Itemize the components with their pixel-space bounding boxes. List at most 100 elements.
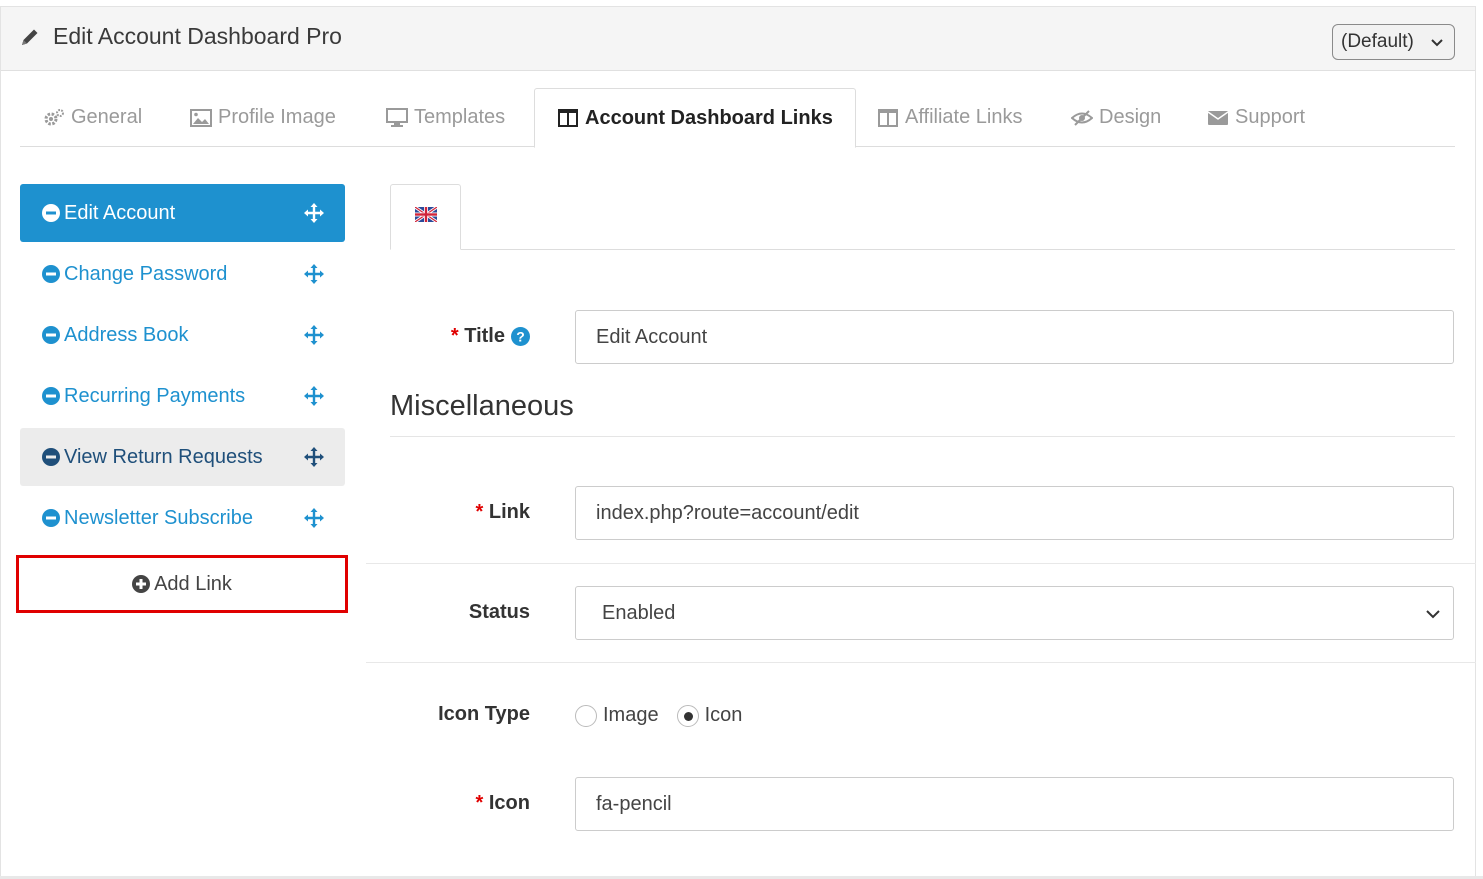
minus-circle-icon[interactable]	[42, 204, 60, 222]
tab-profile-image[interactable]: Profile Image	[190, 88, 336, 147]
move-icon[interactable]	[303, 263, 325, 285]
links-sidebar: Edit Account Change Password Address Boo…	[20, 184, 345, 550]
icon-label-text: Icon	[488, 792, 530, 814]
sidebar-item-label: View Return Requests	[64, 445, 263, 468]
tab-support[interactable]: Support	[1207, 88, 1305, 147]
page-title: Edit Account Dashboard Pro	[19, 23, 342, 50]
minus-circle-icon[interactable]	[42, 326, 60, 344]
title-input-value: Edit Account	[596, 325, 708, 348]
radio-label: Image	[603, 704, 659, 726]
tab-label: General	[71, 106, 143, 128]
divider	[366, 662, 1476, 663]
icon-type-label: Icon Type	[438, 703, 530, 726]
svg-text:?: ?	[516, 329, 525, 345]
divider	[366, 563, 1476, 564]
pencil-icon	[19, 26, 41, 48]
move-icon[interactable]	[303, 507, 325, 529]
language-tab-en[interactable]	[390, 184, 461, 250]
question-circle-icon[interactable]: ?	[511, 327, 530, 346]
cogs-icon	[43, 108, 65, 128]
icon-type-row: Icon Type Image Icon	[366, 700, 1476, 736]
page-title-text: Edit Account Dashboard Pro	[53, 23, 342, 49]
tab-account-dashboard-links[interactable]: Account Dashboard Links	[534, 88, 856, 148]
minus-circle-icon[interactable]	[42, 509, 60, 527]
move-icon[interactable]	[303, 202, 325, 224]
tab-affiliate-links[interactable]: Affiliate Links	[877, 88, 1022, 147]
image-icon	[190, 108, 212, 128]
sidebar-item-label: Address Book	[64, 323, 189, 346]
move-icon[interactable]	[303, 446, 325, 468]
sidebar-item-label: Edit Account	[64, 201, 176, 224]
icon-label: * Icon	[476, 792, 530, 815]
status-label: Status	[469, 601, 530, 624]
chevron-down-icon	[1425, 606, 1441, 622]
sidebar-item-label: Recurring Payments	[64, 384, 246, 407]
sidebar-item-label: Newsletter Subscribe	[64, 506, 253, 529]
tab-label: Templates	[414, 106, 506, 128]
minus-circle-icon[interactable]	[42, 448, 60, 466]
icon-type-label-text: Icon Type	[438, 703, 530, 725]
tab-general[interactable]: General	[43, 88, 142, 147]
radio-label: Icon	[704, 704, 743, 726]
required-mark: *	[450, 325, 459, 347]
link-row: * Link index.php?route=account/edit	[366, 486, 1476, 540]
sidebar-item-newsletter-subscribe[interactable]: Newsletter Subscribe	[20, 489, 345, 547]
icon-input-value: fa-pencil	[596, 792, 672, 815]
sidebar-item-address-book[interactable]: Address Book	[20, 306, 345, 364]
title-label: * Title ?	[451, 325, 530, 348]
status-row: Status Enabled	[366, 586, 1476, 640]
minus-circle-icon[interactable]	[42, 387, 60, 405]
uk-flag-icon	[413, 205, 438, 227]
panel-heading: Edit Account Dashboard Pro (Default)	[1, 7, 1475, 71]
link-label: * Link	[476, 501, 530, 524]
add-link-label: Add Link	[154, 572, 232, 595]
link-label-text: Link	[488, 501, 530, 523]
radio-button[interactable]	[676, 704, 699, 727]
sidebar-item-edit-account[interactable]: Edit Account	[20, 184, 345, 242]
sidebar-item-label: Change Password	[64, 262, 228, 285]
link-input-value: index.php?route=account/edit	[596, 501, 859, 524]
language-tabs	[390, 184, 1455, 250]
tab-design[interactable]: Design	[1071, 88, 1161, 147]
link-input[interactable]: index.php?route=account/edit	[575, 486, 1454, 540]
tab-label: Affiliate Links	[905, 106, 1023, 128]
desktop-icon	[386, 107, 408, 128]
title-row: * Title ? Edit Account	[366, 310, 1476, 364]
minus-circle-icon[interactable]	[42, 265, 60, 283]
icon-type-radio-group: Image Icon	[575, 704, 742, 727]
icon-row: * Icon fa-pencil	[366, 777, 1476, 831]
tab-label: Account Dashboard Links	[585, 106, 833, 129]
tab-label: Support	[1235, 106, 1306, 128]
columns-icon	[877, 108, 899, 128]
tab-label: Design	[1099, 106, 1162, 128]
status-label-text: Status	[468, 601, 530, 623]
icon-type-option-image[interactable]: Image	[575, 704, 659, 727]
sidebar-item-change-password[interactable]: Change Password	[20, 245, 345, 303]
add-link-button[interactable]: Add Link	[16, 555, 348, 613]
tab-label: Profile Image	[218, 106, 336, 128]
required-mark: *	[475, 792, 484, 814]
title-input[interactable]: Edit Account	[575, 310, 1454, 364]
radio-button[interactable]	[575, 704, 597, 727]
misc-legend-text: Miscellaneous	[390, 390, 574, 422]
icon-type-option-icon[interactable]: Icon	[676, 704, 743, 727]
title-label-text: Title	[464, 325, 505, 347]
chevron-down-icon	[1430, 35, 1444, 49]
required-mark: *	[475, 501, 484, 523]
columns-icon	[557, 108, 579, 128]
sidebar-item-recurring-payments[interactable]: Recurring Payments	[20, 367, 345, 425]
store-select-value: (Default)	[1341, 31, 1414, 52]
status-select[interactable]: Enabled	[575, 586, 1454, 640]
eye-slash-icon	[1071, 108, 1093, 128]
tab-templates[interactable]: Templates	[386, 88, 505, 147]
store-select[interactable]: (Default)	[1332, 24, 1455, 60]
envelope-icon	[1207, 108, 1229, 128]
icon-input[interactable]: fa-pencil	[575, 777, 1454, 831]
status-select-value: Enabled	[602, 601, 676, 624]
misc-legend: Miscellaneous	[390, 390, 1455, 437]
tab-bar: General Profile Image Templates Account …	[20, 88, 1455, 148]
move-icon[interactable]	[303, 385, 325, 407]
sidebar-item-view-return-requests[interactable]: View Return Requests	[20, 428, 345, 486]
move-icon[interactable]	[303, 324, 325, 346]
plus-circle-icon	[132, 575, 151, 593]
